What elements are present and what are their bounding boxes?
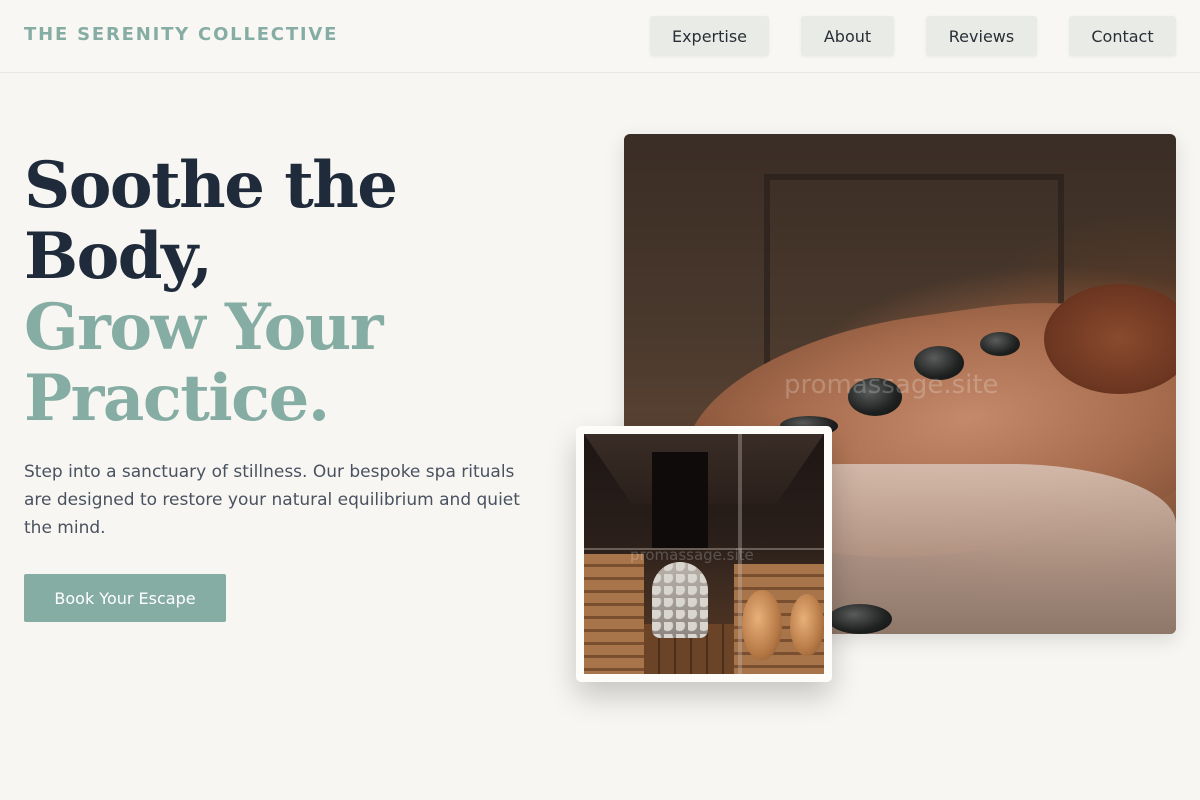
sauna-bench-left — [584, 554, 644, 674]
sauna-photo: promassage.site — [584, 434, 824, 674]
nav-contact-button[interactable]: Contact — [1069, 16, 1176, 56]
sauna-stone-heater — [652, 562, 708, 638]
door-handle — [790, 594, 824, 656]
hero-title-line-2: Body, — [24, 219, 213, 294]
site-header: THE SERENITY COLLECTIVE Expertise About … — [0, 0, 1200, 73]
nav-expertise-button[interactable]: Expertise — [650, 16, 769, 56]
sauna-photo-frame: promassage.site — [576, 426, 832, 682]
sauna-window — [652, 452, 708, 548]
hero-title-line-3: Grow Your — [24, 290, 384, 365]
hero-title: Soothe the Body, Grow Your Practice. — [24, 150, 544, 434]
book-escape-button[interactable]: Book Your Escape — [24, 574, 226, 622]
main-photo-watermark: promassage.site — [784, 370, 999, 400]
inset-photo-watermark: promassage.site — [630, 546, 754, 564]
hero-description: Step into a sanctuary of stillness. Our … — [24, 462, 520, 538]
hot-stone — [828, 604, 892, 634]
door-handle — [742, 590, 782, 660]
brand-logo-text[interactable]: THE SERENITY COLLECTIVE — [24, 24, 338, 45]
nav-about-button[interactable]: About — [801, 16, 894, 56]
nav-reviews-button[interactable]: Reviews — [926, 16, 1037, 56]
hero-title-line-4: Practice. — [24, 361, 330, 436]
hero-title-line-1: Soothe the — [24, 148, 398, 223]
hot-stone — [980, 332, 1020, 356]
